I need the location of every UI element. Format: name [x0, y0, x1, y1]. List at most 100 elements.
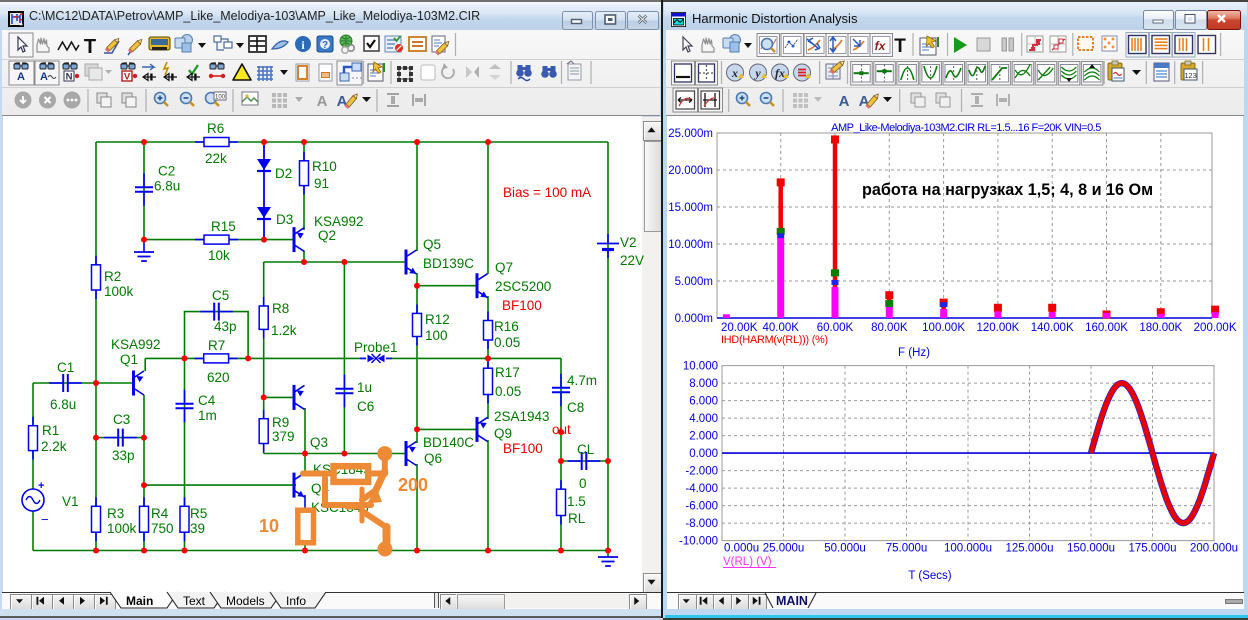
svg-text:AMP_Like-Melodiya-103M2.CIR RL: AMP_Like-Melodiya-103M2.CIR RL=1.5...16 … [831, 122, 1101, 134]
svg-text:60.00K: 60.00K [817, 322, 854, 334]
svg-text:Q6: Q6 [424, 451, 442, 466]
svg-text:R12: R12 [425, 312, 450, 327]
svg-text:750: 750 [151, 521, 174, 536]
svg-text:y: y [753, 66, 761, 80]
svg-text:R5: R5 [190, 506, 207, 521]
svg-text:4.000: 4.000 [689, 413, 718, 425]
svg-text:100.000u: 100.000u [944, 543, 992, 555]
svg-text:CL: CL [577, 442, 595, 457]
svg-text:-8.000: -8.000 [685, 518, 718, 530]
svg-text:100k: 100k [107, 521, 137, 536]
svg-text:T (Secs): T (Secs) [908, 570, 951, 582]
svg-text:N: N [66, 72, 73, 83]
svg-text:A: A [337, 93, 348, 110]
svg-text:10k: 10k [208, 248, 230, 263]
svg-text:200: 200 [398, 475, 428, 495]
svg-text:43p: 43p [214, 319, 237, 334]
svg-text:Q9: Q9 [494, 426, 512, 441]
svg-text:2SA1943: 2SA1943 [494, 409, 550, 424]
svg-text:A: A [40, 71, 48, 83]
svg-text:0.05: 0.05 [495, 384, 521, 399]
svg-text:Q3: Q3 [310, 435, 328, 450]
svg-text:379: 379 [272, 429, 295, 444]
svg-text:out: out [552, 422, 571, 437]
svg-text:D3: D3 [276, 212, 293, 227]
svg-text:V1: V1 [62, 494, 79, 509]
svg-text:22k: 22k [205, 151, 227, 166]
svg-text:C8: C8 [567, 400, 584, 415]
svg-text:120.00K: 120.00K [976, 322, 1019, 334]
svg-text:6.8u: 6.8u [154, 179, 180, 194]
svg-text:BD140C: BD140C [423, 435, 474, 450]
svg-text:R4: R4 [151, 506, 169, 521]
svg-text:R15: R15 [211, 219, 236, 234]
svg-text:4.7m: 4.7m [567, 373, 597, 388]
svg-text:5.000m: 5.000m [675, 276, 713, 288]
svg-text:C4: C4 [198, 393, 216, 408]
svg-text:C2: C2 [158, 164, 175, 179]
svg-text:0.000: 0.000 [689, 448, 718, 460]
svg-text:работа на нагрузках 1,5; 4, 8: работа на нагрузках 1,5; 4, 8 и 16 Ом [862, 181, 1153, 199]
svg-text:140.00K: 140.00K [1031, 322, 1074, 334]
svg-text:-2.000: -2.000 [685, 466, 718, 478]
svg-text:R2: R2 [104, 269, 121, 284]
svg-text:KSA992: KSA992 [314, 214, 364, 229]
svg-text:200.00K: 200.00K [1194, 322, 1237, 334]
svg-text:Q2: Q2 [318, 228, 336, 243]
svg-text:125.000u: 125.000u [1006, 543, 1054, 555]
svg-text:?: ? [322, 40, 328, 51]
svg-text:1m: 1m [198, 408, 217, 423]
svg-text:Q1: Q1 [120, 352, 138, 367]
svg-text:KSA992: KSA992 [111, 337, 161, 352]
svg-text:6.000: 6.000 [689, 396, 718, 408]
svg-text:2.000: 2.000 [689, 431, 718, 443]
svg-text:0.05: 0.05 [494, 335, 520, 350]
svg-text:R16: R16 [494, 319, 519, 334]
svg-text:V: V [124, 72, 131, 83]
svg-text:A: A [839, 93, 850, 110]
svg-text:-6.000: -6.000 [685, 501, 718, 513]
svg-text:25.000u: 25.000u [763, 543, 805, 555]
svg-text:175.000u: 175.000u [1129, 543, 1177, 555]
svg-text:Probe1: Probe1 [354, 340, 398, 355]
svg-text:R1: R1 [42, 423, 59, 438]
svg-text:R8: R8 [272, 301, 289, 316]
svg-text:Q5: Q5 [423, 237, 441, 252]
svg-text:+: + [38, 480, 44, 492]
svg-text:100.00K: 100.00K [922, 322, 965, 334]
svg-text:R9: R9 [272, 415, 289, 430]
svg-text:100: 100 [215, 95, 226, 101]
svg-text:R6: R6 [207, 121, 224, 136]
svg-text:123: 123 [1184, 71, 1197, 80]
svg-text:10.000m: 10.000m [668, 239, 713, 251]
svg-text:R17: R17 [495, 365, 520, 380]
svg-text:D2: D2 [275, 166, 292, 181]
svg-text:F (Hz): F (Hz) [898, 347, 930, 359]
svg-text:IHD(HARM(v(RL))) (%): IHD(HARM(v(RL))) (%) [721, 334, 828, 346]
svg-text:1.5: 1.5 [567, 494, 586, 509]
svg-text:A: A [317, 93, 328, 110]
svg-text:33p: 33p [112, 448, 135, 463]
svg-text:6.8u: 6.8u [50, 397, 76, 412]
svg-text:8.000: 8.000 [689, 378, 718, 390]
svg-text:1u: 1u [357, 380, 372, 395]
svg-text:BF100: BF100 [503, 441, 543, 456]
svg-text:R7: R7 [208, 338, 225, 353]
svg-text:-10.000: -10.000 [679, 536, 718, 548]
svg-text:C1: C1 [57, 360, 74, 375]
svg-text:20.00K: 20.00K [721, 322, 758, 334]
svg-text:15.000m: 15.000m [668, 202, 713, 214]
svg-text:R3: R3 [107, 506, 124, 521]
svg-text:80.00K: 80.00K [871, 322, 908, 334]
svg-text:R10: R10 [312, 159, 337, 174]
svg-text:V2: V2 [620, 235, 637, 250]
svg-text:1.2k: 1.2k [271, 323, 297, 338]
svg-text:620: 620 [207, 370, 230, 385]
svg-text:100k: 100k [104, 284, 134, 299]
svg-text:BF100: BF100 [502, 298, 542, 313]
svg-text:10: 10 [259, 516, 279, 536]
svg-text:20.000m: 20.000m [668, 165, 713, 177]
svg-text:0.000u: 0.000u [724, 543, 759, 555]
svg-text:40.00K: 40.00K [762, 322, 799, 334]
svg-text:−: − [41, 512, 49, 527]
